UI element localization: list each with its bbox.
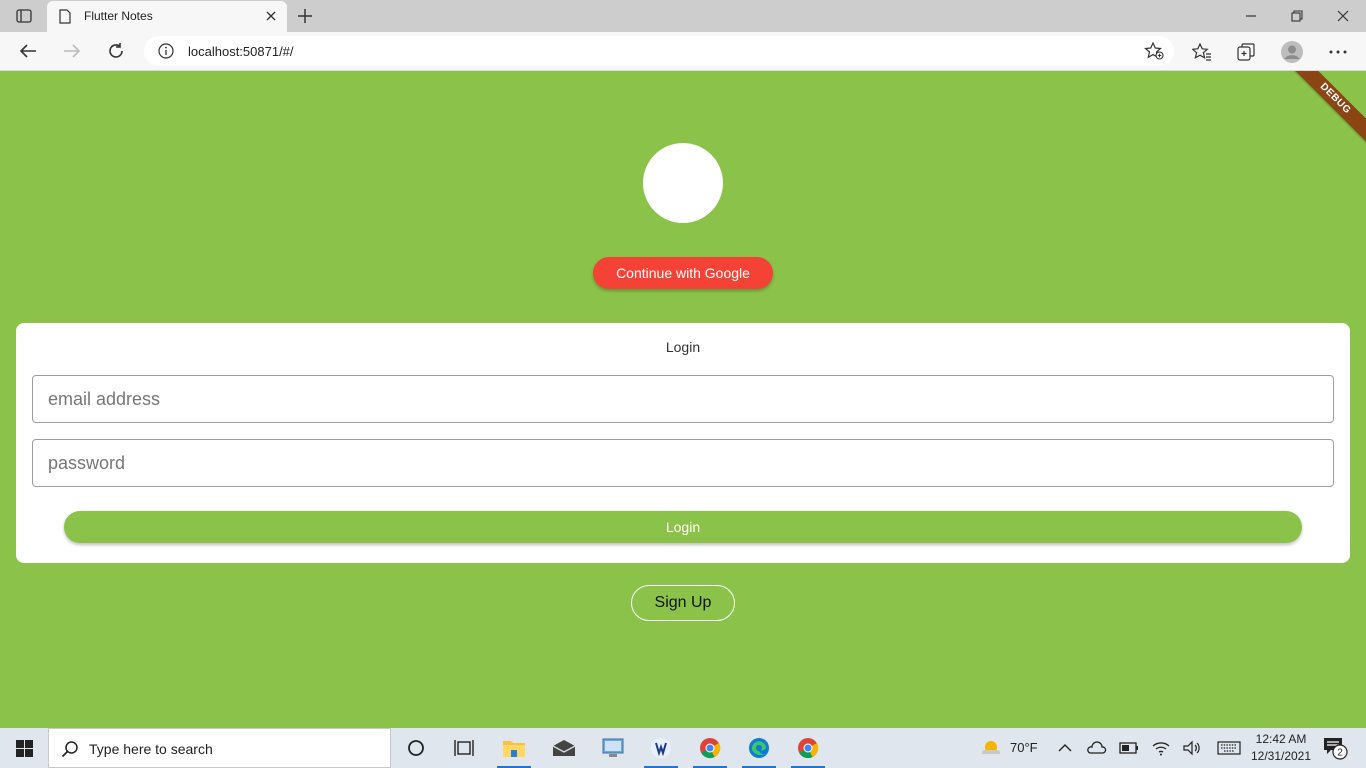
login-card: Login Login bbox=[16, 323, 1350, 563]
taskbar-search[interactable]: Type here to search bbox=[48, 728, 391, 768]
sign-up-button[interactable]: Sign Up bbox=[631, 585, 735, 621]
edge-icon[interactable] bbox=[736, 728, 782, 768]
chrome-icon[interactable] bbox=[785, 728, 831, 768]
password-input[interactable] bbox=[33, 440, 1333, 486]
weather-icon[interactable] bbox=[978, 738, 1004, 758]
email-field[interactable] bbox=[32, 375, 1334, 423]
keyboard-icon[interactable] bbox=[1216, 738, 1242, 758]
new-tab-button[interactable] bbox=[293, 5, 317, 27]
refresh-button[interactable] bbox=[102, 38, 130, 64]
browser-tab-strip: Flutter Notes bbox=[0, 0, 1366, 32]
notification-center-icon[interactable]: 2 bbox=[1322, 736, 1350, 765]
control-panel-icon[interactable] bbox=[590, 728, 636, 768]
add-favorite-icon[interactable] bbox=[1144, 41, 1164, 65]
chevron-up-icon[interactable] bbox=[1054, 738, 1076, 758]
task-view-icon[interactable] bbox=[441, 728, 487, 768]
system-clock[interactable]: 12:42 AM 12/31/2021 bbox=[1248, 731, 1314, 765]
windows-logo-icon bbox=[15, 739, 33, 757]
address-bar[interactable]: localhost:50871/#/ bbox=[144, 36, 1174, 66]
email-input[interactable] bbox=[33, 376, 1333, 422]
tab-close-icon[interactable] bbox=[265, 9, 277, 27]
collections-icon[interactable] bbox=[1234, 40, 1258, 64]
url-text[interactable]: localhost:50871/#/ bbox=[188, 44, 294, 59]
start-button[interactable] bbox=[0, 728, 48, 768]
browser-toolbar: localhost:50871/#/ bbox=[0, 32, 1366, 71]
file-explorer-icon[interactable] bbox=[491, 728, 537, 768]
battery-icon[interactable] bbox=[1118, 738, 1140, 758]
login-button[interactable]: Login bbox=[64, 511, 1302, 543]
notification-count: 2 bbox=[1337, 748, 1343, 759]
search-icon bbox=[61, 740, 79, 763]
login-title: Login bbox=[665, 339, 701, 355]
continue-with-google-button[interactable]: Continue with Google bbox=[593, 257, 773, 289]
profile-avatar-icon[interactable] bbox=[1280, 40, 1304, 64]
password-field[interactable] bbox=[32, 439, 1334, 487]
restore-button[interactable] bbox=[1274, 0, 1320, 32]
mail-icon[interactable] bbox=[541, 728, 587, 768]
minimize-button[interactable] bbox=[1228, 0, 1274, 32]
clock-date: 12/31/2021 bbox=[1250, 749, 1312, 763]
tab-title: Flutter Notes bbox=[84, 9, 153, 23]
debug-banner: DEBUG bbox=[1283, 71, 1366, 151]
clock-time: 12:42 AM bbox=[1255, 732, 1307, 746]
info-icon[interactable] bbox=[158, 43, 174, 64]
weather-temperature[interactable]: 70°F bbox=[1010, 740, 1038, 755]
forward-button[interactable] bbox=[58, 38, 86, 64]
visual-studio-code-icon[interactable] bbox=[638, 728, 684, 768]
search-placeholder: Type here to search bbox=[89, 741, 213, 757]
back-button[interactable] bbox=[14, 38, 42, 64]
cortana-icon[interactable] bbox=[393, 728, 439, 768]
wifi-icon[interactable] bbox=[1150, 738, 1172, 758]
onedrive-icon[interactable] bbox=[1086, 738, 1108, 758]
windows-taskbar: Type here to search 70°F 12:42 AM 12/31/… bbox=[0, 728, 1366, 768]
chrome-icon[interactable] bbox=[687, 728, 733, 768]
favorites-icon[interactable] bbox=[1190, 40, 1214, 64]
app-page: DEBUG Continue with Google Login Login S… bbox=[0, 71, 1366, 728]
browser-tab[interactable]: Flutter Notes bbox=[47, 1, 287, 32]
page-icon bbox=[59, 9, 71, 29]
volume-icon[interactable] bbox=[1182, 738, 1204, 758]
close-window-button[interactable] bbox=[1320, 0, 1366, 32]
avatar bbox=[643, 143, 723, 223]
tab-actions-icon[interactable] bbox=[10, 6, 38, 26]
settings-more-icon[interactable] bbox=[1326, 40, 1350, 64]
